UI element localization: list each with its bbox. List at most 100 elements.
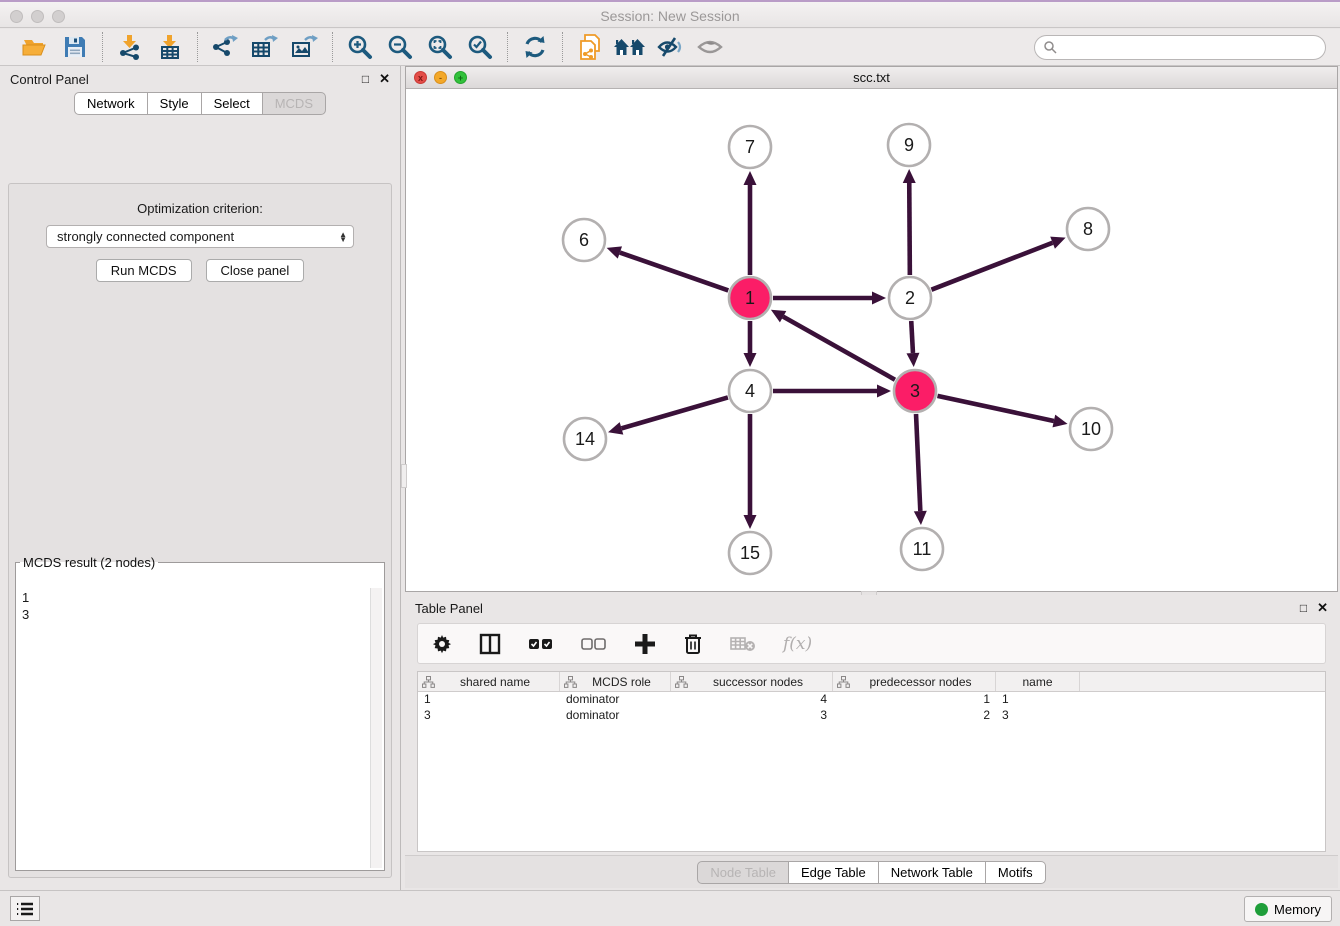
export-network-button[interactable] (208, 32, 242, 62)
mcds-result-title: MCDS result (2 nodes) (20, 555, 158, 570)
search-field[interactable] (1034, 35, 1326, 60)
dropdown-value: strongly connected component (57, 229, 234, 244)
export-image-icon (291, 34, 319, 60)
trash-icon (683, 633, 703, 655)
cell-shared-name[interactable]: 3 (418, 708, 560, 724)
edge-1-6[interactable] (620, 253, 728, 291)
delete-table-button[interactable] (730, 629, 756, 659)
table-tab-edge-table[interactable]: Edge Table (789, 861, 879, 884)
cell-shared-name[interactable]: 1 (418, 692, 560, 708)
table-tab-network-table[interactable]: Network Table (879, 861, 986, 884)
edge-4-14[interactable] (621, 397, 727, 428)
first-neighbors-button[interactable] (613, 32, 647, 62)
search-input[interactable] (1057, 40, 1317, 55)
deselect-all-columns-button[interactable] (581, 629, 607, 659)
edge-2-8[interactable] (931, 243, 1052, 290)
node-label-9: 9 (904, 135, 914, 155)
network-window-titlebar[interactable]: x - + scc.txt (406, 67, 1337, 89)
column-header-predecessor-nodes[interactable]: predecessor nodes (833, 672, 996, 691)
table-row[interactable]: 3dominator323 (418, 708, 1325, 724)
network-graph[interactable]: 7968124314101511 (406, 89, 1337, 591)
table-row[interactable]: 1dominator411 (418, 692, 1325, 708)
close-view-icon[interactable]: x (414, 71, 427, 84)
close-table-panel-icon[interactable]: ✕ (1317, 600, 1328, 616)
open-session-button[interactable] (18, 32, 52, 62)
delete-column-button[interactable] (683, 629, 703, 659)
select-all-columns-button[interactable] (528, 629, 554, 659)
refresh-button[interactable] (518, 32, 552, 62)
result-scrollbar[interactable] (370, 588, 382, 868)
cell-successor-nodes[interactable]: 3 (671, 708, 833, 724)
control-panel: Control Panel □ ✕ NetworkStyleSelectMCDS… (0, 66, 401, 890)
column-header-successor-nodes[interactable]: successor nodes (671, 672, 833, 691)
show-all-button[interactable] (693, 32, 727, 62)
tab-select[interactable]: Select (202, 92, 263, 115)
maximize-view-icon[interactable]: + (454, 71, 467, 84)
cell-MCDS-role[interactable]: dominator (560, 708, 671, 724)
network-view-window: x - + scc.txt 7968124314101511 (405, 66, 1338, 592)
tab-mcds[interactable]: MCDS (263, 92, 326, 115)
task-history-button[interactable] (10, 896, 40, 921)
eye-icon (696, 35, 724, 59)
edge-2-3[interactable] (911, 321, 913, 353)
edge-3-11[interactable] (916, 414, 920, 511)
network-canvas[interactable]: 7968124314101511 (406, 89, 1337, 591)
tab-network[interactable]: Network (74, 92, 148, 115)
float-panel-icon[interactable]: □ (362, 72, 369, 86)
column-header-MCDS-role[interactable]: MCDS role (560, 672, 671, 691)
import-network-button[interactable] (113, 32, 147, 62)
export-image-button[interactable] (288, 32, 322, 62)
close-panel-icon[interactable]: ✕ (379, 71, 390, 87)
clone-network-icon (577, 33, 603, 61)
cell-name[interactable]: 1 (996, 692, 1080, 708)
zoom-fit-button[interactable] (423, 32, 457, 62)
fx-icon: f(x) (783, 634, 812, 654)
float-table-panel-icon[interactable]: □ (1300, 601, 1307, 615)
cell-MCDS-role[interactable]: dominator (560, 692, 671, 708)
split-panel-button[interactable] (479, 629, 501, 659)
edge-2-9[interactable] (909, 183, 910, 275)
column-header-name[interactable]: name (996, 672, 1080, 691)
cell-predecessor-nodes[interactable]: 2 (833, 708, 996, 724)
split-panel-icon (479, 633, 501, 655)
cell-predecessor-nodes[interactable]: 1 (833, 692, 996, 708)
table-tab-motifs[interactable]: Motifs (986, 861, 1046, 884)
control-panel-title: Control Panel (10, 72, 89, 87)
edge-3-10[interactable] (937, 396, 1053, 421)
optimization-criterion-select[interactable]: strongly connected component ▲▼ (46, 225, 354, 248)
column-header-shared-name[interactable]: shared name (418, 672, 560, 691)
clone-network-button[interactable] (573, 32, 607, 62)
save-session-button[interactable] (58, 32, 92, 62)
function-builder-button[interactable]: f(x) (783, 629, 812, 659)
minimize-view-icon[interactable]: - (434, 71, 447, 84)
control-panel-tabs: NetworkStyleSelectMCDS (0, 92, 400, 115)
dropdown-stepper-icon: ▲▼ (339, 232, 347, 242)
table-tab-node-table[interactable]: Node Table (697, 861, 789, 884)
save-disk-icon (63, 35, 87, 59)
arrowhead-1-7 (744, 171, 757, 185)
run-mcds-button[interactable]: Run MCDS (96, 259, 192, 282)
zoom-out-icon (387, 34, 413, 60)
cell-successor-nodes[interactable]: 4 (671, 692, 833, 708)
export-table-button[interactable] (248, 32, 282, 62)
panel-divider-grip[interactable] (401, 464, 407, 488)
edge-3-1[interactable] (783, 317, 895, 380)
zoom-in-button[interactable] (343, 32, 377, 62)
task-list-icon (16, 902, 34, 916)
zoom-out-button[interactable] (383, 32, 417, 62)
table-settings-button[interactable] (432, 629, 452, 659)
node-table[interactable]: shared nameMCDS rolesuccessor nodesprede… (417, 671, 1326, 852)
column-type-icon (564, 676, 577, 688)
cell-name[interactable]: 3 (996, 708, 1080, 724)
table-header-row: shared nameMCDS rolesuccessor nodesprede… (418, 672, 1325, 692)
memory-status-icon (1255, 903, 1268, 916)
hide-selected-button[interactable] (653, 32, 687, 62)
column-type-icon (675, 676, 688, 688)
tab-style[interactable]: Style (148, 92, 202, 115)
import-table-button[interactable] (153, 32, 187, 62)
zoom-selected-button[interactable] (463, 32, 497, 62)
close-panel-button[interactable]: Close panel (206, 259, 305, 282)
add-column-button[interactable] (634, 629, 656, 659)
search-icon (1043, 40, 1057, 54)
memory-button[interactable]: Memory (1244, 896, 1332, 922)
